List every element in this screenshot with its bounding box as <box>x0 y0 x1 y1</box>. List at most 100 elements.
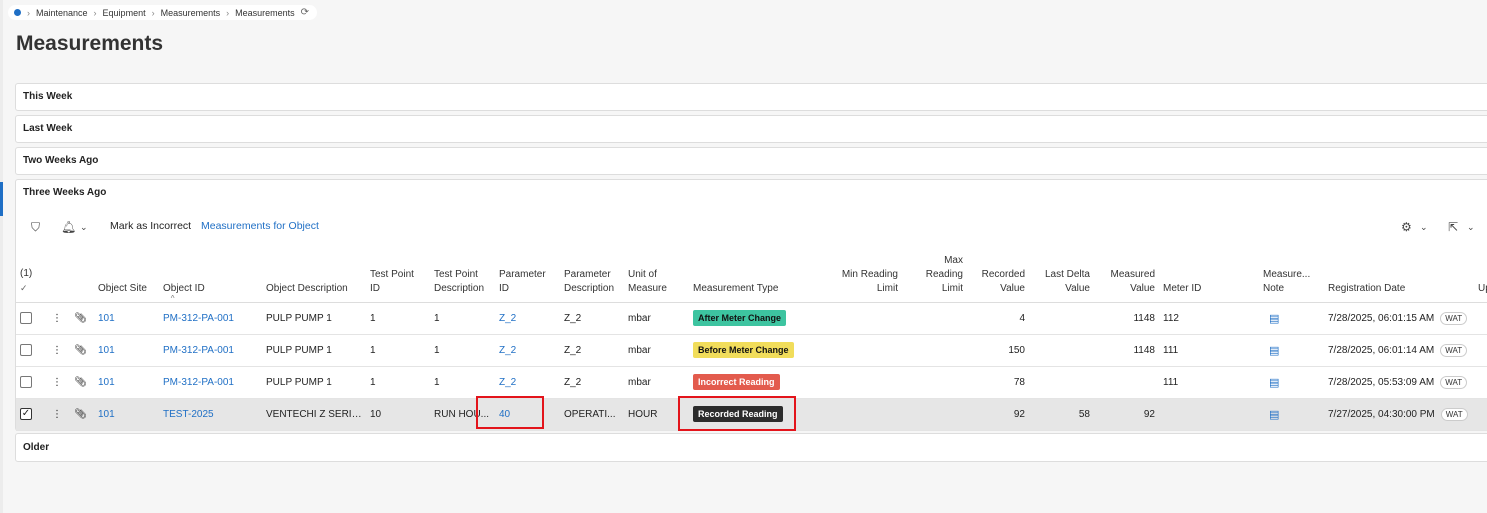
table-row[interactable]: ⋮ 📎︎ 101 PM-312-PA-001 PULP PUMP 1 1 1 Z… <box>16 334 1487 367</box>
group-label[interactable]: Three Weeks Ago <box>23 187 106 198</box>
cell-registration-date: 7/28/2025, 06:01:15 AM WAT <box>1324 302 1474 335</box>
cell-object-site[interactable]: 101 <box>94 398 159 431</box>
cell-test-point-description: 1 <box>430 366 495 399</box>
row-menu-icon[interactable]: ⋮ <box>48 334 70 367</box>
cell-registration-date: 7/28/2025, 06:01:14 AM WAT <box>1324 334 1474 367</box>
cell-unit-of-measure: mbar <box>624 366 689 399</box>
row-checkbox[interactable] <box>20 312 32 324</box>
row-menu-icon[interactable]: ⋮ <box>48 366 70 399</box>
row-menu-icon[interactable]: ⋮ <box>48 398 70 431</box>
column-header-registration-date[interactable]: Registration Date <box>1324 250 1474 303</box>
cell-object-description: VENTECHI Z SERIE... <box>262 398 366 431</box>
measurement-type-badge: After Meter Change <box>693 310 787 326</box>
cell-object-id[interactable]: TEST-2025 <box>159 398 262 431</box>
cell-measured-value <box>1094 366 1159 399</box>
cell-parameter-description: Z_2 <box>560 302 624 335</box>
export-icon[interactable]: ⇱ <box>1448 220 1458 234</box>
cell-parameter-id[interactable]: Z_2 <box>495 366 560 399</box>
column-header-meter-id[interactable]: Meter ID <box>1159 250 1259 303</box>
left-rail-active-marker <box>0 182 3 216</box>
cell-parameter-id[interactable]: Z_2 <box>495 334 560 367</box>
column-header-object-id[interactable]: Object ID^ <box>159 250 262 303</box>
measurements-for-object-button[interactable]: Measurements for Object <box>201 220 319 232</box>
column-header-test-point-description[interactable]: Test Point Description <box>430 250 495 303</box>
note-icon[interactable]: ▤ <box>1269 377 1279 389</box>
column-header-parameter-id[interactable]: Parameter ID <box>495 250 560 303</box>
timezone-badge: WAT <box>1440 407 1468 421</box>
column-header-max-reading-limit[interactable]: Max Reading Limit <box>902 250 967 303</box>
note-icon[interactable]: ▤ <box>1269 313 1279 325</box>
refresh-icon[interactable]: ⟳ <box>301 7 309 18</box>
group-older[interactable]: Older <box>15 433 1487 462</box>
paperclip-icon[interactable]: 📎︎ <box>70 334 94 367</box>
group-last-week[interactable]: Last Week <box>15 115 1487 143</box>
row-checkbox[interactable] <box>20 344 32 356</box>
column-header-parameter-description[interactable]: Parameter Description <box>560 250 624 303</box>
column-header-last-delta-value[interactable]: Last Delta Value <box>1029 250 1094 303</box>
cell-min-reading-limit <box>837 334 902 367</box>
cell-object-id[interactable]: PM-312-PA-001 <box>159 302 262 335</box>
column-header-measure-note[interactable]: Measure... Note <box>1259 250 1324 303</box>
breadcrumb-item-maintenance[interactable]: Maintenance <box>36 8 88 18</box>
paperclip-icon[interactable]: 📎︎ <box>70 398 94 431</box>
cell-object-site[interactable]: 101 <box>94 366 159 399</box>
column-header-object-site[interactable]: Object Site <box>94 250 159 303</box>
gear-icon[interactable]: ⚙ <box>1401 220 1412 234</box>
timezone-badge: WAT <box>1440 343 1468 357</box>
cell-parameter-id[interactable]: Z_2 <box>495 302 560 335</box>
group-this-week[interactable]: This Week <box>15 83 1487 111</box>
registration-date: 7/27/2025, 04:30:00 PM <box>1328 408 1435 420</box>
column-header-measured-value[interactable]: Measured Value <box>1094 250 1159 303</box>
cell-test-point-description: 1 <box>430 334 495 367</box>
chevron-right-icon: › <box>27 7 30 18</box>
cell-test-point-id: 1 <box>366 302 430 335</box>
chevron-down-icon[interactable]: ⌄ <box>1467 222 1475 233</box>
chevron-down-icon[interactable]: ⌄ <box>1420 222 1428 233</box>
table-row[interactable]: ⋮ 📎︎ 101 PM-312-PA-001 PULP PUMP 1 1 1 Z… <box>16 366 1487 399</box>
highlight-box-measurement-type <box>678 396 796 431</box>
paperclip-icon[interactable]: 📎︎ <box>70 302 94 335</box>
cell-recorded-value: 78 <box>967 366 1029 399</box>
row-checkbox-checked[interactable]: ✓ <box>20 408 32 420</box>
column-header-measurement-type[interactable]: Measurement Type <box>689 250 837 303</box>
cell-object-site[interactable]: 101 <box>94 334 159 367</box>
cell-test-point-description: 1 <box>430 302 495 335</box>
bell-icon[interactable]: 🔔︎ <box>61 220 76 234</box>
row-checkbox[interactable] <box>20 376 32 388</box>
column-header-recorded-value[interactable]: Recorded Value <box>967 250 1029 303</box>
cell-unit-of-measure: mbar <box>624 334 689 367</box>
column-header-truncated[interactable]: Up <box>1474 250 1487 303</box>
column-header-unit-of-measure[interactable]: Unit of Measure <box>624 250 689 303</box>
group-label: Two Weeks Ago <box>23 155 99 166</box>
cell-test-point-id: 10 <box>366 398 430 431</box>
selection-count: (1) <box>20 267 33 279</box>
mark-as-incorrect-button[interactable]: Mark as Incorrect <box>110 220 191 232</box>
paperclip-icon[interactable]: 📎︎ <box>70 366 94 399</box>
group-two-weeks-ago[interactable]: Two Weeks Ago <box>15 147 1487 175</box>
table-row[interactable]: ⋮ 📎︎ 101 PM-312-PA-001 PULP PUMP 1 1 1 Z… <box>16 302 1487 335</box>
cell-object-id[interactable]: PM-312-PA-001 <box>159 366 262 399</box>
page-title: Measurements <box>16 32 164 55</box>
row-menu-icon[interactable]: ⋮ <box>48 302 70 335</box>
chevron-down-icon[interactable]: ⌄ <box>80 222 88 233</box>
timezone-badge: WAT <box>1440 311 1468 325</box>
home-icon[interactable] <box>14 9 21 16</box>
breadcrumb-item-equipment[interactable]: Equipment <box>103 8 146 18</box>
table-toolbar: ⛉ 🔔︎ ⌄ Mark as Incorrect Measurements fo… <box>16 210 1487 244</box>
cell-object-site[interactable]: 101 <box>94 302 159 335</box>
breadcrumb-item-measurements[interactable]: Measurements <box>161 8 221 18</box>
note-icon[interactable]: ▤ <box>1269 409 1279 421</box>
group-label: This Week <box>23 91 73 102</box>
highlight-box-parameter-id <box>476 396 544 429</box>
sort-asc-icon: ^ <box>170 293 175 303</box>
measurement-type-badge: Incorrect Reading <box>693 374 780 390</box>
filter-icon[interactable]: ⛉ <box>31 220 40 235</box>
column-header-label: Object ID <box>163 282 205 294</box>
cell-object-id[interactable]: PM-312-PA-001 <box>159 334 262 367</box>
column-header-object-description[interactable]: Object Description <box>262 250 366 303</box>
cell-unit-of-measure: mbar <box>624 302 689 335</box>
note-icon[interactable]: ▤ <box>1269 345 1279 357</box>
column-header-min-reading-limit[interactable]: Min Reading Limit <box>837 250 902 303</box>
selection-header[interactable]: (1) ✓ <box>16 250 48 303</box>
column-header-test-point-id[interactable]: Test Point ID <box>366 250 430 303</box>
